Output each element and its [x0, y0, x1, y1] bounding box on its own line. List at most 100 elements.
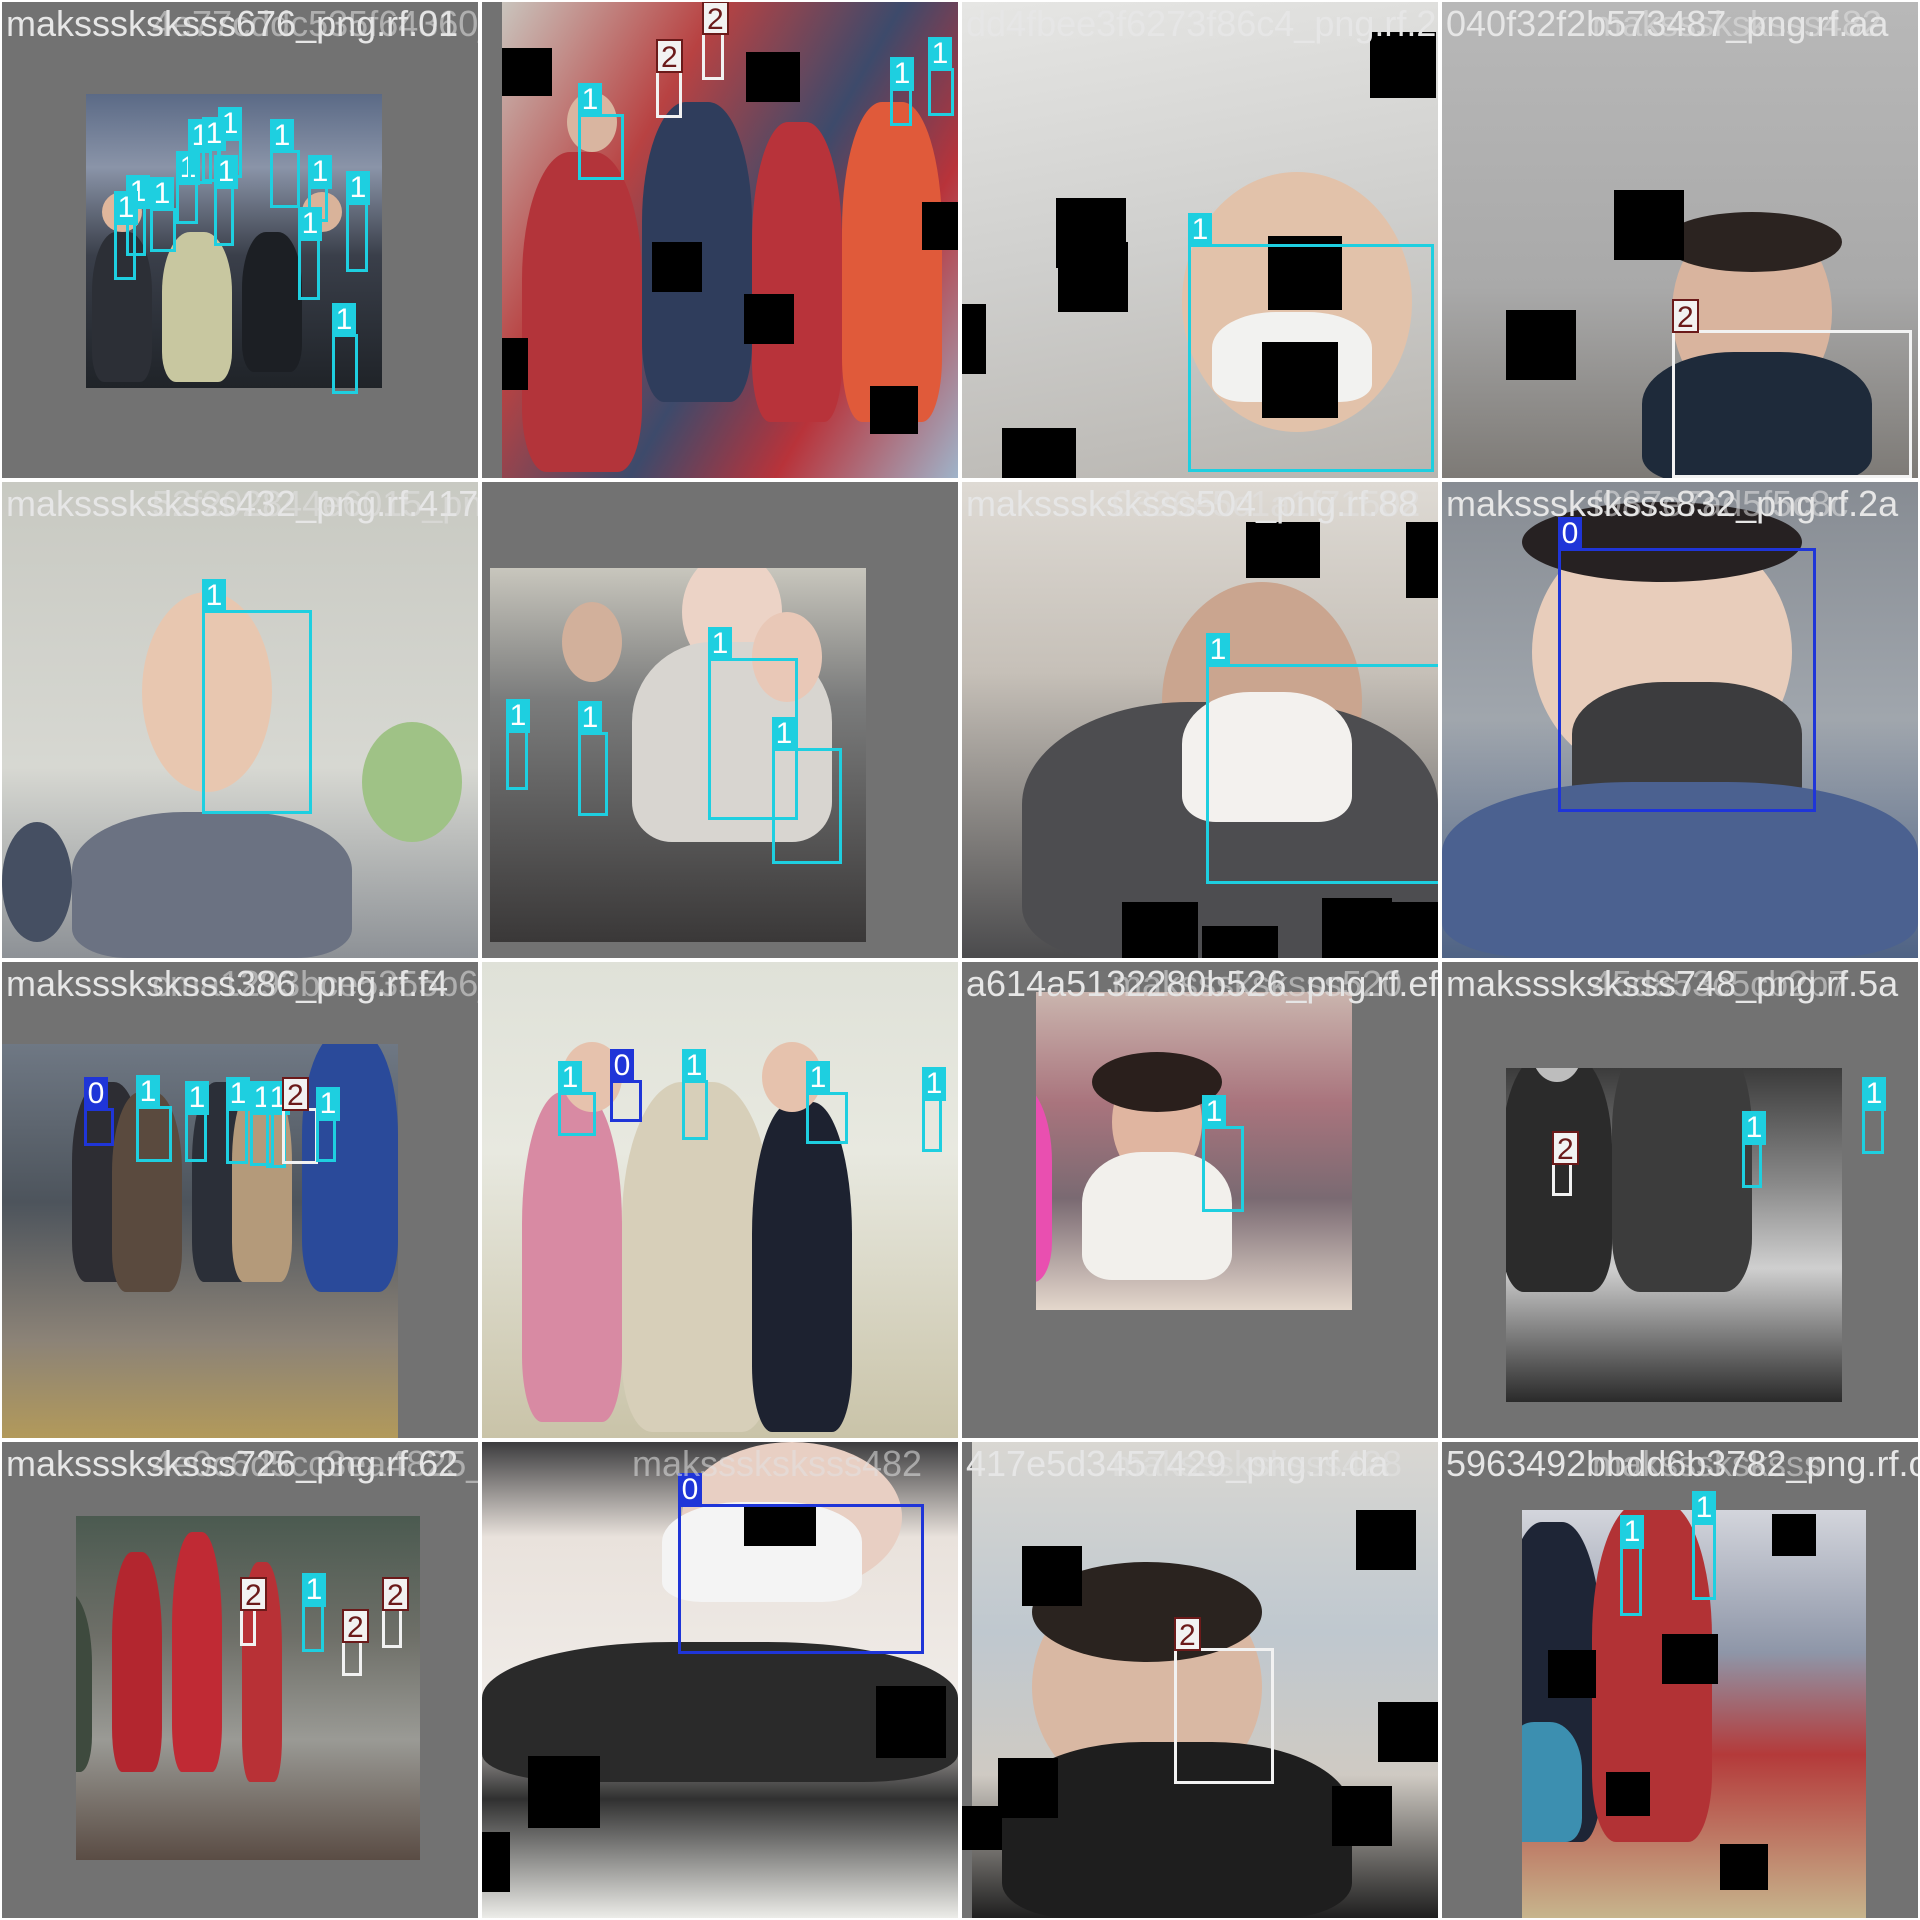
- bbox-class-label: 1: [578, 701, 602, 735]
- mosaic-tile-woman-mall: 1 a614a5132280b526_png.rf.ef maksssksksss5…: [962, 962, 1438, 1438]
- mosaic-tile-mask-closeup: 0 maksssksksss482: [482, 1442, 958, 1918]
- tile-filename-label: maksssksksss676_png.rf.01: [6, 3, 459, 44]
- mosaic-tile-food-stall: 101111: [482, 962, 958, 1438]
- bbox-class-label: 1: [1862, 1077, 1886, 1111]
- cutout-occluder-block: [502, 338, 528, 390]
- cutout-occluder-block: [1002, 428, 1076, 478]
- tile-overlapping-filename-label: maksssksksss: [1592, 1443, 1823, 1484]
- tile-overlapping-filename-label: 4e0c6d5cc3ea4825_png.rf.23: [152, 1443, 478, 1484]
- cutout-occluder-block: [1058, 242, 1128, 312]
- bbox-class-label: 1: [578, 83, 602, 117]
- bbox-class-1: 1: [772, 717, 842, 864]
- tile-overlapping-filename-label: 4e77cddc535f64360_png.rf.bc: [152, 3, 478, 44]
- bbox-class-label: 2: [656, 39, 683, 74]
- bbox-class-label: 2: [702, 2, 729, 36]
- bbox-class-label: 1: [772, 717, 796, 751]
- photo-person-figure: [842, 102, 942, 422]
- tile-photo: [76, 1516, 420, 1860]
- bbox-class-label: 2: [1672, 299, 1699, 334]
- mosaic-tile-man-covering-face: 1 maksssksksss432_png.rf.417 52f202844e601…: [2, 482, 478, 958]
- photo-person-head: [362, 722, 462, 842]
- mosaic-grid: 1 1 1 1 1 1 1 1 1 1 1 1 1 maksssksksss676_png.rf.01 4e…: [0, 0, 1920, 1920]
- cutout-occluder-block: [922, 202, 958, 250]
- bbox-class-1: 1: [928, 37, 954, 116]
- cutout-occluder-block: [962, 304, 986, 374]
- cutout-occluder-block: [1720, 1844, 1768, 1890]
- tile-overlapping-filename-label: cma1293bce5355b6_png.rf.77: [152, 963, 478, 1004]
- cutout-occluder-block: [998, 1758, 1058, 1818]
- tile-filename-label: maksssksksss726_png.rf.62: [6, 1443, 459, 1484]
- bbox-class-1: 1: [1862, 1077, 1886, 1154]
- cutout-occluder-block: [528, 1756, 600, 1828]
- bbox-class-1: 1: [1188, 213, 1434, 472]
- bbox-class-label: 2: [240, 1577, 267, 1612]
- bbox-class-1: 1: [806, 1061, 848, 1144]
- bbox-class-1: 1: [346, 171, 370, 272]
- bbox-class-label: 0: [678, 1473, 702, 1507]
- bbox-class-2: 2: [342, 1609, 369, 1676]
- cutout-occluder-block: [1406, 522, 1438, 598]
- tile-photo: [1506, 1068, 1842, 1402]
- bbox-class-label: 1: [346, 171, 370, 205]
- bbox-class-1: 1: [214, 155, 238, 246]
- photo-person-figure: [522, 1092, 622, 1422]
- tile-filename-label: maksssksksss748_png.rf.5a: [1446, 963, 1899, 1004]
- bbox-class-label: 1: [316, 1087, 340, 1121]
- bbox-class-label: 1: [308, 155, 332, 189]
- bbox-class-label: 1: [708, 627, 732, 661]
- mosaic-tile-red-coats-street: 2 1 2 2 maksssksksss726_png.rf.62 4e0c6d5cc3e…: [2, 1442, 478, 1918]
- photo-person-figure: [522, 152, 642, 472]
- photo-person-head: [1662, 212, 1842, 272]
- bbox-class-label: 1: [890, 57, 914, 91]
- bbox-class-label: 1: [806, 1061, 830, 1095]
- bbox-class-1: 1: [1692, 1491, 1716, 1600]
- bbox-class-1: 1: [136, 1075, 172, 1162]
- cutout-occluder-block: [1370, 32, 1436, 98]
- cutout-occluder-block: [482, 1832, 510, 1892]
- photo-person-figure: [76, 1592, 92, 1772]
- bbox-class-2: 2: [240, 1577, 267, 1646]
- bbox-class-1: 1: [922, 1067, 946, 1152]
- bbox-class-1: 1: [1206, 633, 1438, 884]
- cutout-occluder-block: [1548, 1650, 1596, 1698]
- bbox-class-label: 2: [342, 1609, 369, 1644]
- mosaic-tile-bearded-man: 2 040f32f2b573487_png.rf.aa maksssksksss48…: [1442, 2, 1918, 478]
- bbox-class-label: 0: [84, 1077, 108, 1111]
- bbox-class-1: 1: [1742, 1111, 1766, 1188]
- photo-person-head: [2, 822, 72, 942]
- tile-photo: [1036, 992, 1352, 1310]
- bbox-class-label: 1: [1202, 1095, 1226, 1129]
- cutout-occluder-block: [870, 386, 918, 434]
- mosaic-tile-hoodie-mask: 1 maksssksksss504_png.rf.88 0326e5c1a1f715…: [962, 482, 1438, 958]
- cutout-occluder-block: [962, 1806, 1002, 1850]
- cutout-occluder-block: [876, 1686, 946, 1758]
- mosaic-tile-airport-gate: 1 1 5963492bbdd6b3782_png.rf.c1 makssskskss…: [1442, 1442, 1918, 1918]
- bbox-class-label: 1: [506, 699, 530, 733]
- bbox-class-label: 1: [202, 117, 226, 151]
- bbox-class-1: 1: [176, 151, 200, 224]
- tile-filename-label: 5963492bbdd6b3782_png.rf.c1: [1446, 1443, 1918, 1484]
- bbox-class-2: 2: [1672, 299, 1912, 478]
- cutout-occluder-block: [1202, 926, 1278, 958]
- bbox-class-label: 1: [682, 1049, 706, 1083]
- photo-person-figure: [752, 122, 842, 422]
- bbox-class-label: 2: [282, 1077, 309, 1112]
- bbox-class-label: 1: [558, 1061, 582, 1095]
- bbox-class-label: 2: [382, 1577, 409, 1612]
- bbox-class-label: 1: [270, 119, 294, 153]
- bbox-class-1: 1: [202, 117, 226, 182]
- bbox-class-1: 1: [114, 191, 138, 280]
- bbox-class-label: 1: [136, 1075, 160, 1109]
- bbox-class-1: 1: [185, 1081, 209, 1162]
- bbox-class-label: 1: [226, 1077, 250, 1111]
- cutout-occluder-block: [1606, 1772, 1650, 1816]
- bbox-class-1: 1: [682, 1049, 708, 1140]
- bbox-class-1: 1: [302, 1573, 326, 1652]
- bbox-class-1: 1: [506, 699, 530, 790]
- bbox-class-label: 1: [298, 207, 322, 241]
- photo-person-figure: [1036, 1082, 1052, 1282]
- bbox-class-1: 1: [316, 1087, 340, 1162]
- bbox-class-label: 1: [332, 303, 356, 337]
- bbox-class-label: 1: [302, 1573, 326, 1607]
- bbox-class-2: 2: [1174, 1617, 1274, 1784]
